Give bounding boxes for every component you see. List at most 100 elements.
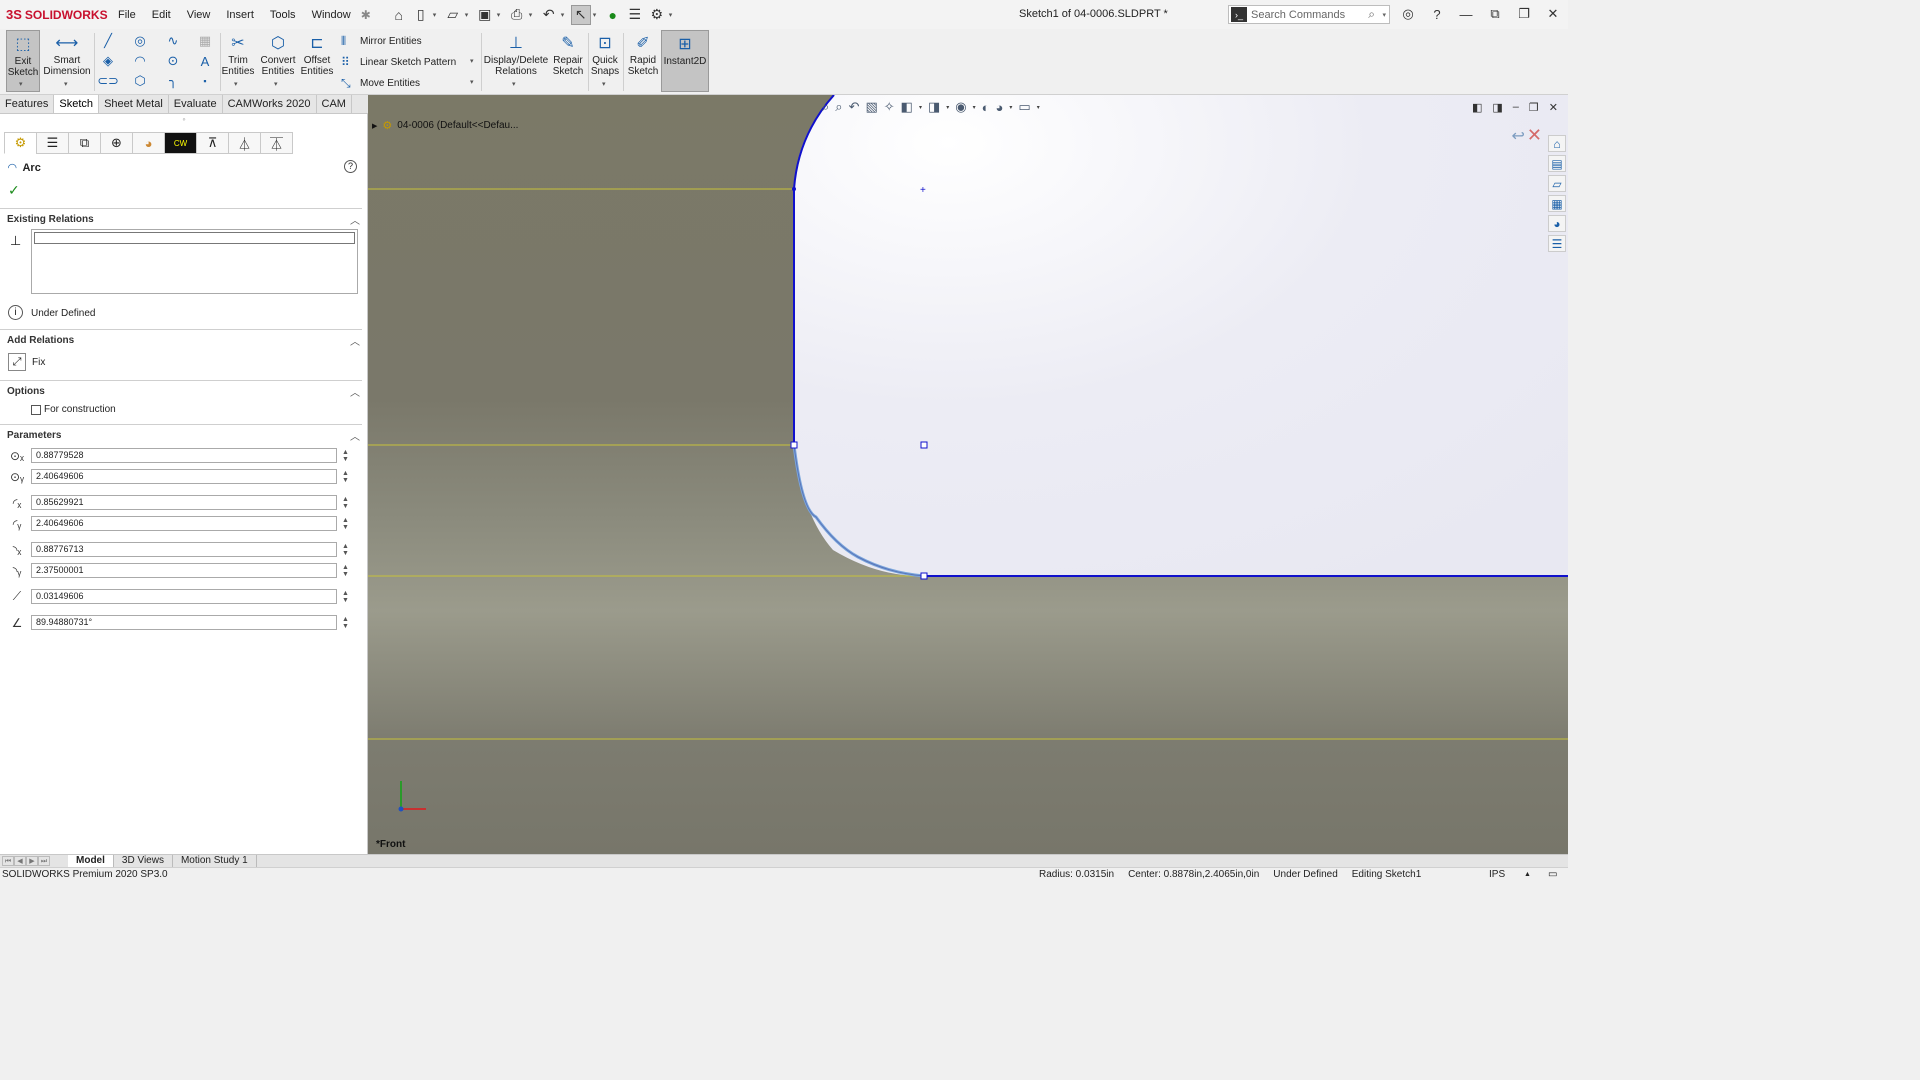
polygon-shape-icon[interactable]: ⬡ (130, 71, 150, 91)
graphics-area[interactable]: + ▶ ⚙ 04-0006 (Default<<Defau... ⌕ ⌕ ↶ ▧… (368, 95, 1568, 854)
chevron-up-icon[interactable]: ︿ (350, 384, 360, 399)
print-icon[interactable]: ⎙ (507, 5, 527, 25)
rectangle-icon[interactable]: ◈ (98, 51, 118, 71)
quick-snaps-button[interactable]: ⊡ Quick Snaps (590, 31, 620, 77)
expand-left-icon[interactable]: ◧ (1472, 101, 1482, 114)
chevron-down-icon[interactable]: ▾ (465, 11, 473, 19)
tab-cam[interactable]: CAM (317, 95, 352, 113)
next-tab-icon[interactable]: ▶ (26, 856, 38, 866)
menu-edit[interactable]: Edit (144, 9, 179, 21)
spinner-arrows-icon[interactable]: ▲ ▼ (342, 564, 349, 578)
chevron-down-icon[interactable]: ▾ (64, 80, 68, 88)
spinner-arrows-icon[interactable]: ▲ ▼ (342, 543, 349, 557)
select-pointer-icon[interactable]: ↖ (570, 4, 591, 25)
camworks-tool-tree-icon[interactable]: ⏃ (228, 132, 261, 154)
exit-sketch-button[interactable]: ⬚ Exit Sketch (6, 30, 40, 92)
undo-icon[interactable]: ↶ (539, 5, 559, 25)
center-y-field[interactable]: 2.40649606 (31, 469, 337, 484)
apply-scene-icon[interactable]: ◕ (996, 100, 1004, 115)
minimize-icon[interactable]: — (1456, 4, 1476, 24)
chevron-down-icon[interactable]: ▾ (470, 57, 474, 65)
end-y-field[interactable]: 2.37500001 (31, 563, 337, 578)
rebuild-traffic-light-icon[interactable]: ● (603, 5, 623, 25)
fillet-icon[interactable]: ╮ (163, 71, 183, 91)
previous-tab-icon[interactable]: ◀ (14, 856, 26, 866)
camworks-nc-tree-icon[interactable]: ⏄ (260, 132, 293, 154)
chevron-down-icon[interactable]: ▾ (19, 80, 23, 88)
options-gear-icon[interactable]: ⚙ (647, 5, 667, 25)
chevron-down-icon[interactable]: ▾ (602, 80, 606, 88)
polygon-icon[interactable]: ⊙ (163, 51, 183, 71)
chevron-down-icon[interactable]: ▾ (470, 78, 474, 86)
start-y-field[interactable]: 2.40649606 (31, 516, 337, 531)
chevron-up-icon[interactable]: ︿ (350, 212, 360, 227)
text-icon[interactable]: A (195, 51, 215, 71)
section-view-icon[interactable]: ▧ (865, 99, 877, 115)
first-tab-icon[interactable]: ⏮ (2, 856, 14, 866)
mirror-entities-button[interactable]: ⫴ Mirror Entities (341, 34, 422, 49)
angle-field[interactable]: 89.94880731° (31, 615, 337, 630)
relations-list-row[interactable] (34, 232, 355, 244)
chevron-down-icon[interactable]: ▾ (561, 11, 569, 19)
open-folder-icon[interactable]: ▱ (443, 5, 463, 25)
chevron-right-icon[interactable]: ▶ (372, 122, 377, 130)
tab-features[interactable]: Features (0, 95, 55, 113)
checkbox-box[interactable] (31, 404, 41, 415)
chevron-down-icon[interactable]: ▾ (1009, 104, 1012, 111)
repair-sketch-button[interactable]: ✎ Repair Sketch (551, 31, 585, 77)
sketch-canvas[interactable]: + (368, 95, 1568, 854)
dynamic-annotation-icon[interactable]: ✧ (884, 99, 895, 115)
hide-show-items-icon[interactable]: ◉ (955, 99, 966, 115)
tab-sketch[interactable]: Sketch (54, 95, 100, 113)
spinner-arrows-icon[interactable]: ▲ ▼ (342, 449, 349, 463)
rapid-sketch-button[interactable]: ✐ Rapid Sketch (626, 31, 660, 77)
tooltip-toggle-icon[interactable]: ▭ (1548, 868, 1557, 882)
end-x-field[interactable]: 0.88776713 (31, 542, 337, 557)
start-x-field[interactable]: 0.85629921 (31, 495, 337, 510)
camworks-feature-tree-icon[interactable]: CW (164, 132, 197, 154)
circle-icon[interactable]: ◎ (130, 31, 150, 51)
chevron-down-icon[interactable]: ▾ (497, 11, 505, 19)
help-icon[interactable]: ? (1427, 4, 1447, 24)
file-properties-icon[interactable]: ☰ (625, 5, 645, 25)
help-icon[interactable]: ? (344, 160, 357, 173)
close-icon[interactable]: ✕ (1549, 101, 1558, 114)
arc-icon[interactable]: ◠ (130, 51, 150, 71)
display-style-icon[interactable]: ◨ (928, 99, 940, 115)
design-library-icon[interactable]: ▤ (1548, 155, 1566, 172)
menu-tools[interactable]: Tools (262, 9, 304, 21)
existing-relations-list[interactable] (31, 229, 358, 294)
menu-window[interactable]: Window (304, 9, 359, 21)
chevron-down-icon[interactable]: ▾ (669, 11, 677, 19)
menu-insert[interactable]: Insert (218, 9, 262, 21)
spinner-arrows-icon[interactable]: ▲ ▼ (342, 496, 349, 510)
offset-entities-button[interactable]: ⊏ Offset Entities (300, 31, 334, 77)
tab-model[interactable]: Model (68, 854, 114, 868)
search-commands-input[interactable]: ›_ Search Commands ⌕ ▾ (1228, 5, 1390, 24)
tab-sheet-metal[interactable]: Sheet Metal (99, 95, 169, 113)
fix-relation-button[interactable]: ⤢ Fix (8, 353, 45, 371)
chevron-up-icon[interactable]: ︿ (350, 333, 360, 348)
spline-icon[interactable]: ∿ (163, 31, 183, 51)
previous-view-icon[interactable]: ↶ (849, 99, 860, 115)
panel-splitter-handle[interactable]: ◦ (0, 114, 368, 132)
chevron-down-icon[interactable]: ▾ (973, 104, 976, 111)
chevron-down-icon[interactable]: ▾ (512, 80, 516, 88)
linear-sketch-pattern-button[interactable]: ⠿ Linear Sketch Pattern (341, 55, 456, 69)
surface-icon[interactable]: ▦ (195, 31, 215, 51)
resources-home-icon[interactable]: ⌂ (1548, 135, 1566, 152)
file-explorer-icon[interactable]: ▱ (1548, 175, 1566, 192)
spinner-arrows-icon[interactable]: ▲ ▼ (342, 590, 349, 604)
trim-entities-button[interactable]: ✂ Trim Entities (221, 31, 255, 77)
for-construction-checkbox[interactable]: For construction (31, 404, 116, 415)
chevron-down-icon[interactable]: ▾ (529, 11, 537, 19)
chevron-down-icon[interactable]: ▾ (1382, 11, 1386, 19)
chevron-up-icon[interactable]: ▲ (1524, 868, 1531, 882)
edit-appearance-icon[interactable]: ◐ (982, 100, 990, 115)
view-settings-icon[interactable]: ▭ (1018, 99, 1030, 115)
new-document-icon[interactable]: ▯ (411, 5, 431, 25)
move-entities-button[interactable]: ⤡ Move Entities (341, 76, 420, 91)
custom-properties-icon[interactable]: ☰ (1548, 235, 1566, 252)
menu-view[interactable]: View (179, 9, 219, 21)
search-icon[interactable]: ⌕ (1368, 7, 1375, 22)
